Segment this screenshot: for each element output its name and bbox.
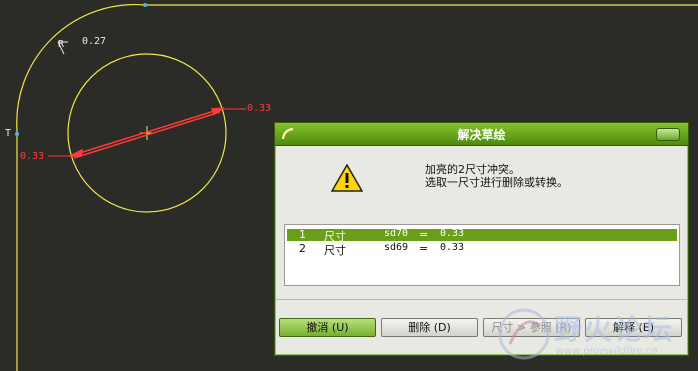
sketch-endpoint xyxy=(143,3,147,7)
message-line-2: 选取一尺寸进行删除或转换。 xyxy=(425,176,568,189)
sketch-tangent-point xyxy=(15,132,19,136)
radius-dimension-value[interactable]: 0.27 xyxy=(82,36,106,47)
row-equals: = xyxy=(419,242,429,255)
row-equals: = xyxy=(419,228,429,241)
message-line-1: 加亮的2尺寸冲突。 xyxy=(425,163,520,176)
row-index: 1 xyxy=(299,228,306,241)
dimension-value-right[interactable]: 0.33 xyxy=(247,103,271,114)
row-value: 0.33 xyxy=(440,228,465,239)
watermark-url: www.proewildfire.cn xyxy=(556,346,658,357)
dialog-title: 解决草绘 xyxy=(457,128,506,142)
row-value: 0.33 xyxy=(440,242,465,253)
row-index: 2 xyxy=(299,242,306,255)
row-type: 尺寸 xyxy=(324,244,346,257)
dialog-close-button[interactable] xyxy=(656,128,680,141)
list-item[interactable]: 2 尺寸 sd69 = 0.33 xyxy=(287,242,677,257)
row-name: sd69 xyxy=(384,242,409,253)
dialog-titlebar[interactable]: 解决草绘 xyxy=(275,123,688,146)
watermark: 野火论坛 www.proewildfire.cn xyxy=(496,300,696,370)
dialog-message: 加亮的2尺寸冲突。 选取一尺寸进行删除或转换。 xyxy=(425,163,568,189)
row-name: sd70 xyxy=(384,228,409,239)
radius-symbol: R xyxy=(58,39,65,50)
dimension-line-sd69 xyxy=(48,111,221,159)
warning-icon xyxy=(331,163,363,192)
undo-button[interactable]: 撤消 (U) xyxy=(279,318,376,337)
dimension-value-left[interactable]: 0.33 xyxy=(20,151,44,162)
tangent-constraint-marker: T xyxy=(5,128,12,139)
delete-button[interactable]: 删除 (D) xyxy=(381,318,478,337)
watermark-logo-icon xyxy=(498,308,550,360)
conflict-list[interactable]: 1 尺寸 sd70 = 0.33 2 尺寸 sd69 = 0.33 xyxy=(284,224,680,286)
list-item[interactable]: 1 尺寸 sd70 = 0.33 xyxy=(287,228,677,243)
watermark-text: 野火论坛 xyxy=(554,313,675,346)
